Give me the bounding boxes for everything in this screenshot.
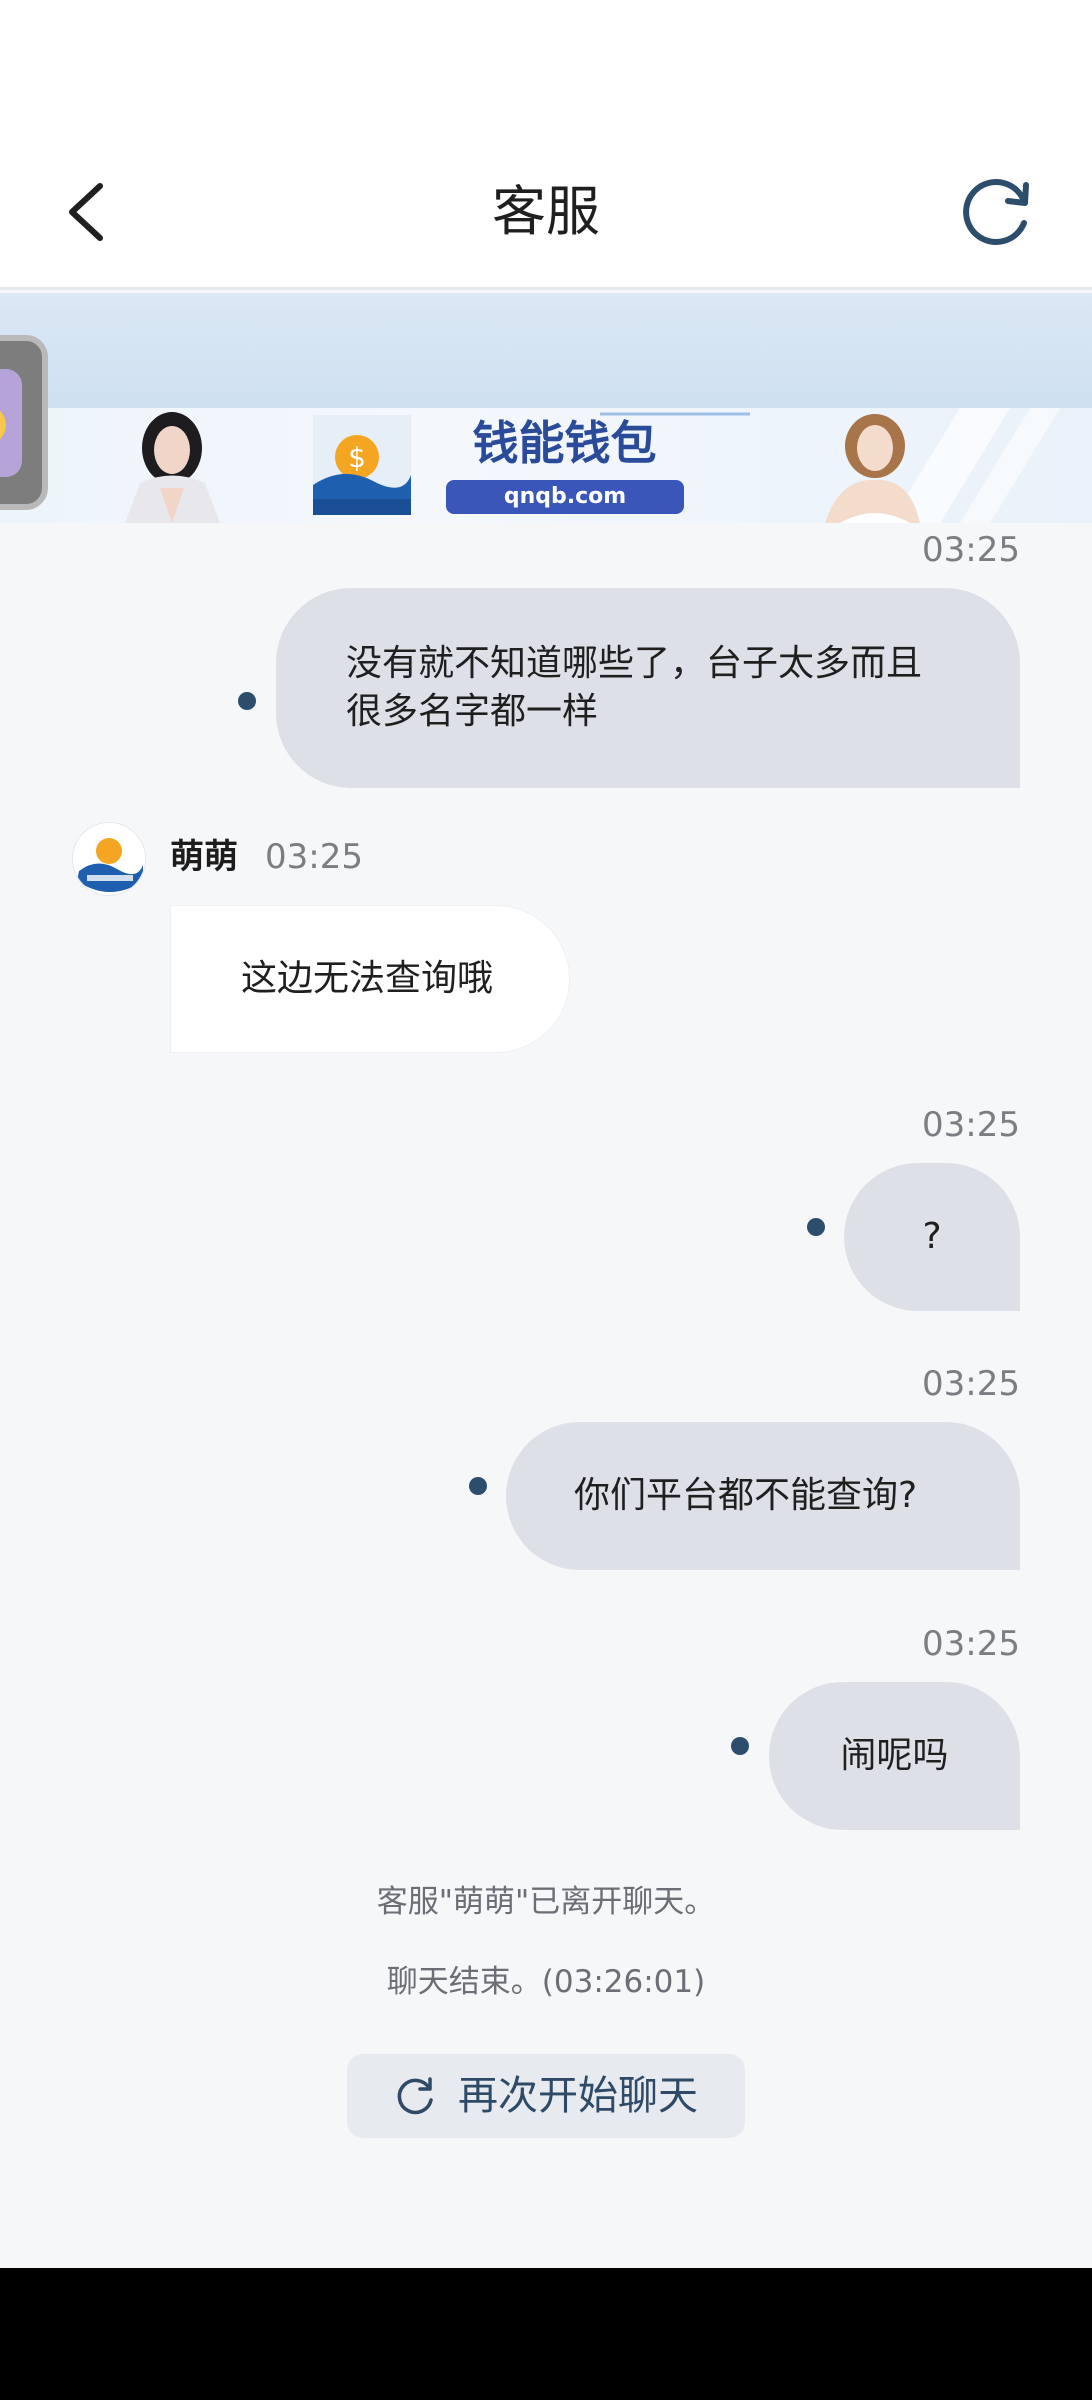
read-indicator [807,1218,825,1236]
floating-assistant-button[interactable] [0,335,48,510]
message-text: 你们平台都不能查询? [574,1475,918,1516]
message-timestamp: 03:25 [922,1624,1020,1664]
agent-timestamp: 03:25 [265,837,363,877]
message-timestamp: 03:25 [922,1105,1020,1145]
floating-assistant-icon [0,369,22,477]
ad-banner[interactable]: $ 钱能钱包 qnqb.com [0,293,1092,523]
message-line: 很多名字都一样 [346,691,599,732]
page-title: 客服 [492,180,600,243]
read-indicator [469,1477,487,1495]
message-text: 闹呢吗 [840,1735,949,1776]
message-text: 没有就不知道哪些了，台子太多而且 很多名字都一样 [346,640,922,736]
message-timestamp: 03:25 [922,1364,1020,1404]
model-photo-left [125,412,220,523]
header: 客服 [0,132,1092,290]
svg-text:$: $ [348,441,366,474]
status-bar [0,0,1092,132]
agent-avatar-logo [73,823,145,895]
read-indicator [238,692,256,710]
user-message-bubble[interactable]: ? [844,1163,1020,1311]
refresh-button[interactable] [952,167,1042,257]
agent-avatar [72,822,146,896]
agent-message-bubble[interactable]: 这边无法查询哦 [170,905,570,1053]
floating-assistant-dot [0,405,6,445]
message-text: ? [922,1216,942,1257]
message-timestamp: 03:25 [922,530,1020,570]
user-message-bubble[interactable]: 没有就不知道哪些了，台子太多而且 很多名字都一样 [276,588,1020,788]
banner-url: qnqb.com [446,480,684,514]
refresh-icon [963,179,1029,245]
chat-ended-notice: 聊天结束。(03:26:01) [386,1964,706,2000]
brand-logo: $ [313,415,411,515]
agent-left-notice: 客服"萌萌"已离开聊天。 [376,1884,716,1920]
message-text: 这边无法查询哦 [241,958,494,999]
refresh-icon [397,2077,433,2115]
user-message-bubble[interactable]: 你们平台都不能查询? [506,1422,1020,1570]
message-line: 没有就不知道哪些了，台子太多而且 [346,643,923,684]
restart-chat-label: 再次开始聊天 [458,2073,698,2119]
banner-brand: 钱能钱包 [472,416,657,470]
system-navigation-bar [0,2268,1092,2400]
agent-name: 萌萌 [170,837,238,877]
read-indicator [731,1737,749,1755]
model-photo-right [825,414,920,523]
user-message-bubble[interactable]: 闹呢吗 [769,1682,1020,1830]
restart-chat-button[interactable]: 再次开始聊天 [347,2054,745,2138]
